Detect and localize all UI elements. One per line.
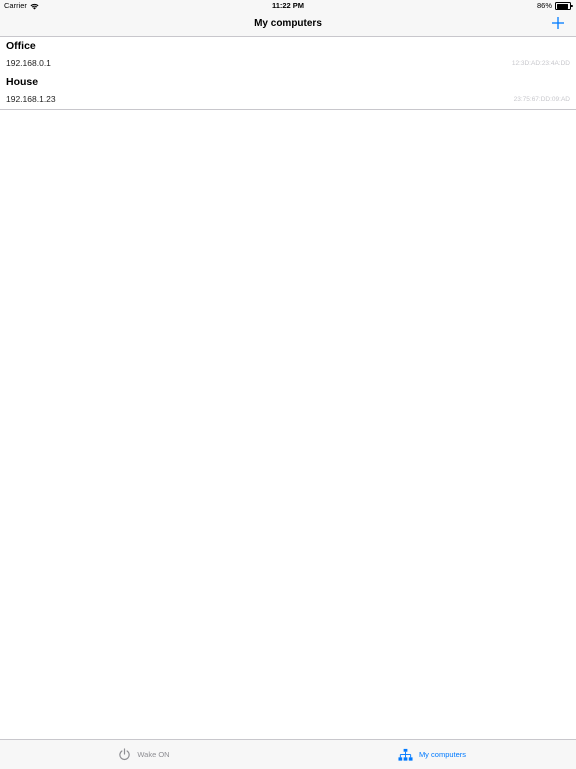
plus-icon [552,17,564,29]
tab-label: My computers [418,750,467,759]
computer-ip: 192.168.0.1 [6,58,51,68]
computer-list: Office 192.168.0.1 12:3D:AD:23:4A:DD Hou… [0,37,576,110]
navigation-bar: My computers [0,12,576,37]
add-computer-button[interactable] [550,15,566,31]
computer-mac: 23:75:67:DD:09:AD [513,96,570,103]
tab-wake-on[interactable]: Wake ON [0,740,288,769]
tab-my-computers[interactable]: My computers [288,740,576,769]
battery-icon [555,2,573,10]
battery-indicator: 86% [536,0,573,12]
computer-ip: 192.168.1.23 [6,94,56,104]
list-item[interactable]: Office 192.168.0.1 12:3D:AD:23:4A:DD [0,37,576,73]
page-title: My computers [254,18,322,29]
battery-percent: 86% [536,1,552,10]
status-bar: Carrier 11:22 PM 86% [0,0,576,12]
network-icon [398,748,413,761]
list-item[interactable]: House 192.168.1.23 23:75:67:DD:09:AD [0,73,576,110]
computer-mac: 12:3D:AD:23:4A:DD [511,60,570,67]
power-icon [119,748,131,761]
computer-name: Office [6,40,36,52]
status-time: 11:22 PM [271,1,305,10]
computer-name: House [6,76,39,88]
tab-label: Wake ON [137,750,170,759]
tab-bar: Wake ON My computers [0,739,576,769]
